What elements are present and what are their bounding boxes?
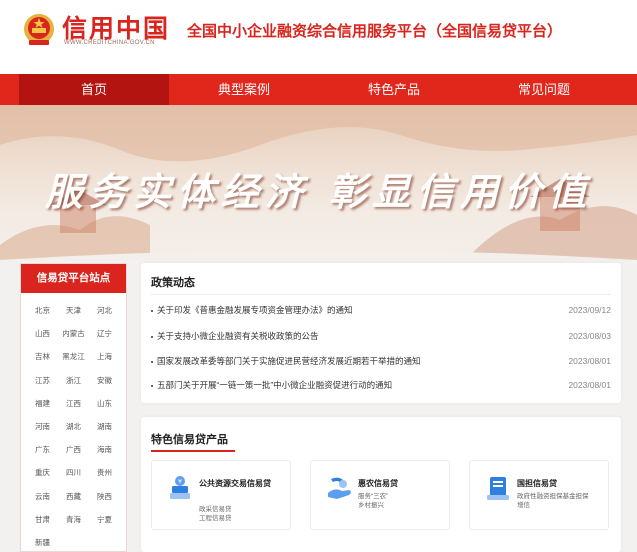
news-item[interactable]: 关于印发《普惠金融发展专项资金管理办法》的通知 2023/09/12	[151, 300, 611, 320]
product-card-public-resource[interactable]: ¥ 公共资源交易信易贷 政采信易贷 工程信易贷	[151, 460, 291, 530]
news-date: 2023/08/01	[568, 380, 611, 390]
guarantee-icon	[487, 477, 509, 500]
site-link[interactable]: 河南	[27, 415, 58, 438]
news-date: 2023/09/12	[568, 305, 611, 315]
bullet-icon	[151, 384, 153, 387]
product-name: 公共资源交易信易贷	[199, 479, 271, 488]
nav-item-faq[interactable]: 常见问题	[469, 74, 619, 105]
site-link[interactable]: 湖北	[58, 415, 89, 438]
site-link[interactable]: 福建	[27, 392, 58, 415]
site-header: 信用中国 WWW.CREDITCHINA.GOV.CN 全国中小企业融资综合信用…	[0, 0, 637, 74]
product-name: 惠农信易贷	[358, 479, 398, 488]
site-link[interactable]: 江苏	[27, 369, 58, 392]
site-link[interactable]: 广西	[58, 438, 89, 461]
site-link[interactable]: 山西	[27, 322, 58, 345]
banner-slogan: 服务实体经济 彰显信用价值	[44, 169, 593, 214]
sites-grid: 北京 天津 河北山西 内蒙古 辽宁吉林 黑龙江 上海江苏 浙江 安徽福建 江西 山东河南 湖北 湖南广东…	[21, 293, 126, 552]
nav-item-home[interactable]: 首页	[19, 74, 169, 105]
national-emblem-icon	[24, 14, 54, 45]
sites-panel-title: 信易贷平台站点	[21, 264, 126, 293]
site-link[interactable]: 浙江	[58, 369, 89, 392]
nav-item-products[interactable]: 特色产品	[319, 74, 469, 105]
site-link[interactable]: 河北	[89, 299, 120, 322]
product-card-agriculture[interactable]: 惠农信易贷 服务“三农” 乡村振兴	[310, 460, 450, 530]
product-desc-line: 增信	[517, 502, 530, 509]
site-link[interactable]: 海南	[89, 438, 120, 461]
product-desc-line: 工程信易贷	[199, 515, 232, 522]
site-link[interactable]: 天津	[58, 299, 89, 322]
site-link[interactable]: 黑龙江	[58, 345, 89, 368]
site-link[interactable]: 云南	[27, 485, 58, 508]
logo-url: WWW.CREDITCHINA.GOV.CN	[64, 40, 155, 46]
nav-item-cases[interactable]: 典型案例	[169, 74, 319, 105]
site-link[interactable]: 西藏	[58, 485, 89, 508]
site-link[interactable]: 广东	[27, 438, 58, 461]
site-link[interactable]: 江西	[58, 392, 89, 415]
news-title[interactable]: 关于支持小微企业融资有关税收政策的公告	[157, 331, 319, 341]
site-link[interactable]: 吉林	[27, 345, 58, 368]
site-link[interactable]: 重庆	[27, 461, 58, 484]
site-link[interactable]: 新疆	[27, 531, 58, 552]
site-link[interactable]: 内蒙古	[58, 322, 89, 345]
site-link[interactable]: 四川	[58, 461, 89, 484]
news-date: 2023/08/01	[568, 356, 611, 366]
bullet-icon	[151, 360, 153, 363]
svg-text:¥: ¥	[178, 479, 182, 486]
bullet-icon	[151, 335, 153, 338]
featured-products-card: 特色信易贷产品 ¥ 公共资源交易信易贷 政采信易贷 工程信易贷 惠农信易贷 服务…	[141, 417, 621, 552]
product-card-guarantee[interactable]: 国担信易贷 政府性融资担保基金担保 增信	[469, 460, 609, 530]
product-desc-line: 乡村振兴	[358, 502, 384, 509]
product-name: 国担信易贷	[517, 479, 557, 488]
site-link[interactable]: 北京	[27, 299, 58, 322]
platform-title: 全国中小企业融资综合信用服务平台（全国信易贷平台）	[187, 23, 563, 40]
product-desc-line: 服务“三农”	[358, 493, 389, 500]
news-title[interactable]: 五部门关于开展“一链一策一批”中小微企业融资促进行动的通知	[157, 380, 392, 390]
policy-news-card: 政策动态 关于印发《普惠金融发展专项资金管理办法》的通知 2023/09/12 …	[141, 263, 621, 403]
products-title-underline	[151, 450, 235, 452]
site-link[interactable]: 湖南	[89, 415, 120, 438]
news-item[interactable]: 国家发展改革委等部门关于实施促进民营经济发展近期若干举措的通知 2023/08/…	[151, 351, 611, 371]
site-link[interactable]: 安徽	[89, 369, 120, 392]
news-item[interactable]: 关于支持小微企业融资有关税收政策的公告 2023/08/03	[151, 326, 611, 346]
site-link[interactable]: 辽宁	[89, 322, 120, 345]
news-date: 2023/08/03	[568, 331, 611, 341]
news-item[interactable]: 五部门关于开展“一链一策一批”中小微企业融资促进行动的通知 2023/08/01	[151, 375, 611, 395]
site-link[interactable]: 青海	[58, 508, 89, 531]
site-link[interactable]: 甘肃	[27, 508, 58, 531]
hand-coin-icon	[328, 477, 351, 499]
policy-divider	[151, 294, 611, 295]
platform-sites-panel: 信易贷平台站点 北京 天津 河北山西 内蒙古 辽宁吉林 黑龙江 上海江苏 浙江 安徽福建 江西 山东…	[20, 263, 127, 552]
site-link[interactable]: 宁夏	[89, 508, 120, 531]
site-link[interactable]: 上海	[89, 345, 120, 368]
product-desc-line: 政府性融资担保基金担保	[517, 493, 589, 500]
policy-title: 政策动态	[151, 277, 195, 289]
news-title[interactable]: 关于印发《普惠金融发展专项资金管理办法》的通知	[157, 305, 353, 315]
hero-banner: 服务实体经济 彰显信用价值	[0, 105, 637, 260]
news-title[interactable]: 国家发展改革委等部门关于实施促进民营经济发展近期若干举措的通知	[157, 356, 421, 366]
products-title: 特色信易贷产品	[151, 434, 228, 446]
product-desc-line: 政采信易贷	[199, 506, 232, 513]
site-link[interactable]: 山东	[89, 392, 120, 415]
site-link[interactable]: 贵州	[89, 461, 120, 484]
site-link[interactable]: 陕西	[89, 485, 120, 508]
bullet-icon	[151, 309, 153, 312]
main-nav: 首页 典型案例 特色产品 常见问题	[0, 74, 637, 105]
stack-coin-icon: ¥	[170, 476, 190, 499]
